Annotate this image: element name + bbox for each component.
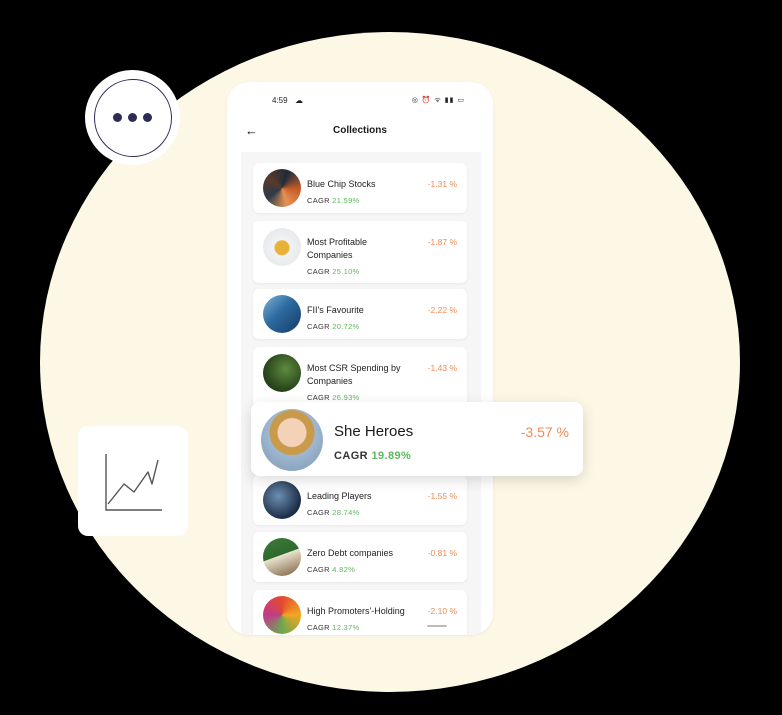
cloud-icon: ☁ (295, 96, 303, 105)
collection-avatar (263, 481, 301, 519)
featured-name: She Heroes (334, 423, 414, 440)
collection-avatar (263, 169, 301, 207)
collection-cagr: 12.37% (332, 623, 360, 632)
collection-change: -1.43 % (427, 363, 457, 373)
collection-name: Leading Players (307, 491, 372, 501)
status-bar: 4:59 ☁ ◎ ⏰ ᯤ ▮▮ ▭ (227, 96, 493, 110)
collection-cagr: 20.72% (332, 322, 360, 331)
collection-change: -1.55 % (427, 491, 457, 501)
collection-card-blue-chip[interactable]: Blue Chip Stocks -1.31 % CAGR 21.59% (253, 163, 467, 213)
collection-cagr: 26.93% (332, 393, 360, 402)
more-options-bubble[interactable] (85, 70, 180, 165)
collection-avatar (263, 596, 301, 634)
phone-screen: 4:59 ☁ ◎ ⏰ ᯤ ▮▮ ▭ ← Collections Blue Chi… (227, 82, 493, 635)
collection-name: Most CSR Spending by Companies (307, 363, 401, 386)
collection-avatar (263, 228, 301, 266)
collection-change: -1.31 % (427, 179, 457, 189)
collection-card-zero-debt[interactable]: Zero Debt companies -0.81 % CAGR 4.82% (253, 532, 467, 582)
collection-avatar (263, 354, 301, 392)
featured-avatar (261, 409, 323, 471)
collection-name: Blue Chip Stocks (307, 179, 376, 189)
status-time: 4:59 (272, 96, 288, 105)
collection-change: -0.81 % (427, 548, 457, 558)
collection-card-high-promoters[interactable]: High Promoters'-Holding -2.10 % CAGR 12.… (253, 590, 467, 635)
collection-cagr: 28.74% (332, 508, 360, 517)
featured-change: -3.57 % (520, 424, 569, 440)
collection-card-most-profitable[interactable]: Most Profitable Companies -1.87 % CAGR 25… (253, 221, 467, 283)
more-dots-icon[interactable] (93, 78, 172, 157)
page-title: Collections (333, 125, 387, 136)
collection-cagr: 21.59% (332, 196, 360, 205)
line-chart-icon (105, 454, 162, 511)
collection-card-csr-spending[interactable]: Most CSR Spending by Companies -1.43 % CA… (253, 347, 467, 409)
featured-collection-card[interactable]: She Heroes -3.57 % CAGR 19.89% (251, 402, 583, 476)
collection-avatar (263, 295, 301, 333)
collection-change: -1.87 % (427, 237, 457, 247)
collection-name: Zero Debt companies (307, 548, 394, 558)
collection-name: Most Profitable Companies (307, 237, 368, 260)
collection-change: -2.22 % (427, 305, 457, 315)
collection-name: High Promoters'-Holding (307, 606, 405, 616)
collection-cagr: 4.82% (332, 565, 356, 574)
collection-avatar (263, 538, 301, 576)
featured-cagr: 19.89% (371, 450, 412, 462)
collection-cagr: 25.10% (332, 267, 360, 276)
status-icons: ◎ ⏰ ᯤ ▮▮ ▭ (411, 97, 465, 104)
collection-name: FII's Favourite (307, 305, 364, 315)
scroll-indicator[interactable] (427, 625, 447, 627)
chart-card[interactable] (78, 426, 188, 536)
collection-card-leading-players[interactable]: Leading Players -1.55 % CAGR 28.74% (253, 475, 467, 525)
collection-card-fii-favourite[interactable]: FII's Favourite -2.22 % CAGR 20.72% (253, 289, 467, 339)
collection-change: -2.10 % (427, 606, 457, 616)
